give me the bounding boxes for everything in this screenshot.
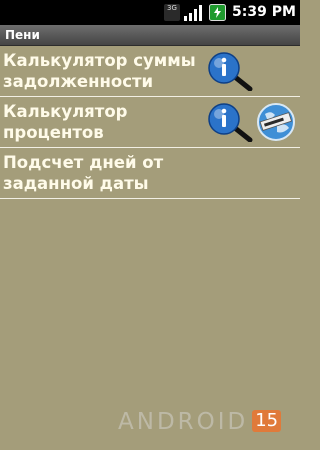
status-clock: 5:39 PM — [232, 4, 296, 20]
battery-charging-icon — [209, 4, 226, 21]
watermark: ANDROID 15 — [118, 409, 282, 435]
info-magnifier-icon[interactable] — [207, 51, 255, 91]
menu-item-label: Калькулятор процентов — [3, 102, 128, 142]
watermark-text: ANDROID — [118, 409, 249, 435]
menu-item-label: Подсчет дней от заданной даты — [3, 153, 164, 193]
app-title-bar: Пени — [0, 25, 300, 46]
watermark-badge: 15 — [252, 410, 282, 432]
network-type-label: 3G — [167, 4, 177, 12]
status-bar: 3G 5:39 PM — [0, 0, 300, 25]
network-3g-icon: 3G — [164, 4, 180, 21]
menu-item-label: Калькулятор суммы задолженности — [3, 51, 196, 91]
info-magnifier-icon[interactable] — [207, 102, 255, 142]
menu-item-debt-calculator[interactable]: Калькулятор суммы задолженности — [0, 46, 300, 97]
menu-item-interest-calculator[interactable]: Калькулятор процентов — [0, 97, 300, 148]
globe-www-icon[interactable] — [255, 102, 297, 142]
signal-bars-icon — [184, 5, 202, 21]
menu-list: Калькулятор суммы задолженности Калькуля… — [0, 46, 300, 199]
app-title: Пени — [5, 28, 40, 42]
menu-item-days-counter[interactable]: Подсчет дней от заданной даты — [0, 148, 300, 199]
